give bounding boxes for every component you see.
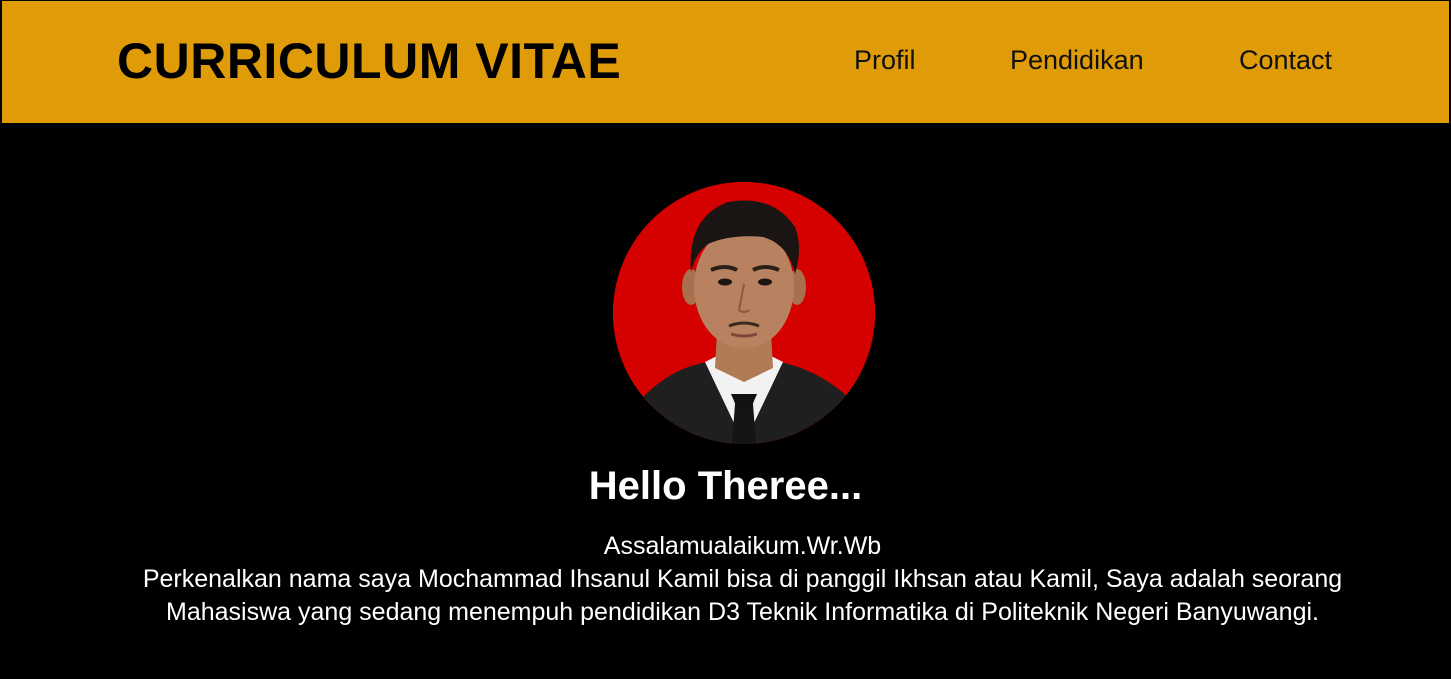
intro-paragraph: Perkenalkan nama saya Mochammad Ihsanul … <box>142 565 1343 626</box>
greeting-heading: Hello Theree... <box>588 464 863 508</box>
nav-link-profil[interactable]: Profil <box>854 43 916 77</box>
salutation-line: Assalamualaikum.Wr.Wb <box>603 532 882 560</box>
nav-link-contact[interactable]: Contact <box>1239 43 1332 77</box>
site-header: CURRICULUM VITAE Profil Pendidikan Conta… <box>2 1 1449 123</box>
site-title: CURRICULUM VITAE <box>117 33 622 89</box>
intro-text: Assalamualaikum.Wr.Wb Perkenalkan nama s… <box>120 530 1365 629</box>
nav-link-pendidikan[interactable]: Pendidikan <box>1010 43 1144 77</box>
profile-photo <box>613 182 875 444</box>
profile-photo-illustration <box>613 182 875 444</box>
